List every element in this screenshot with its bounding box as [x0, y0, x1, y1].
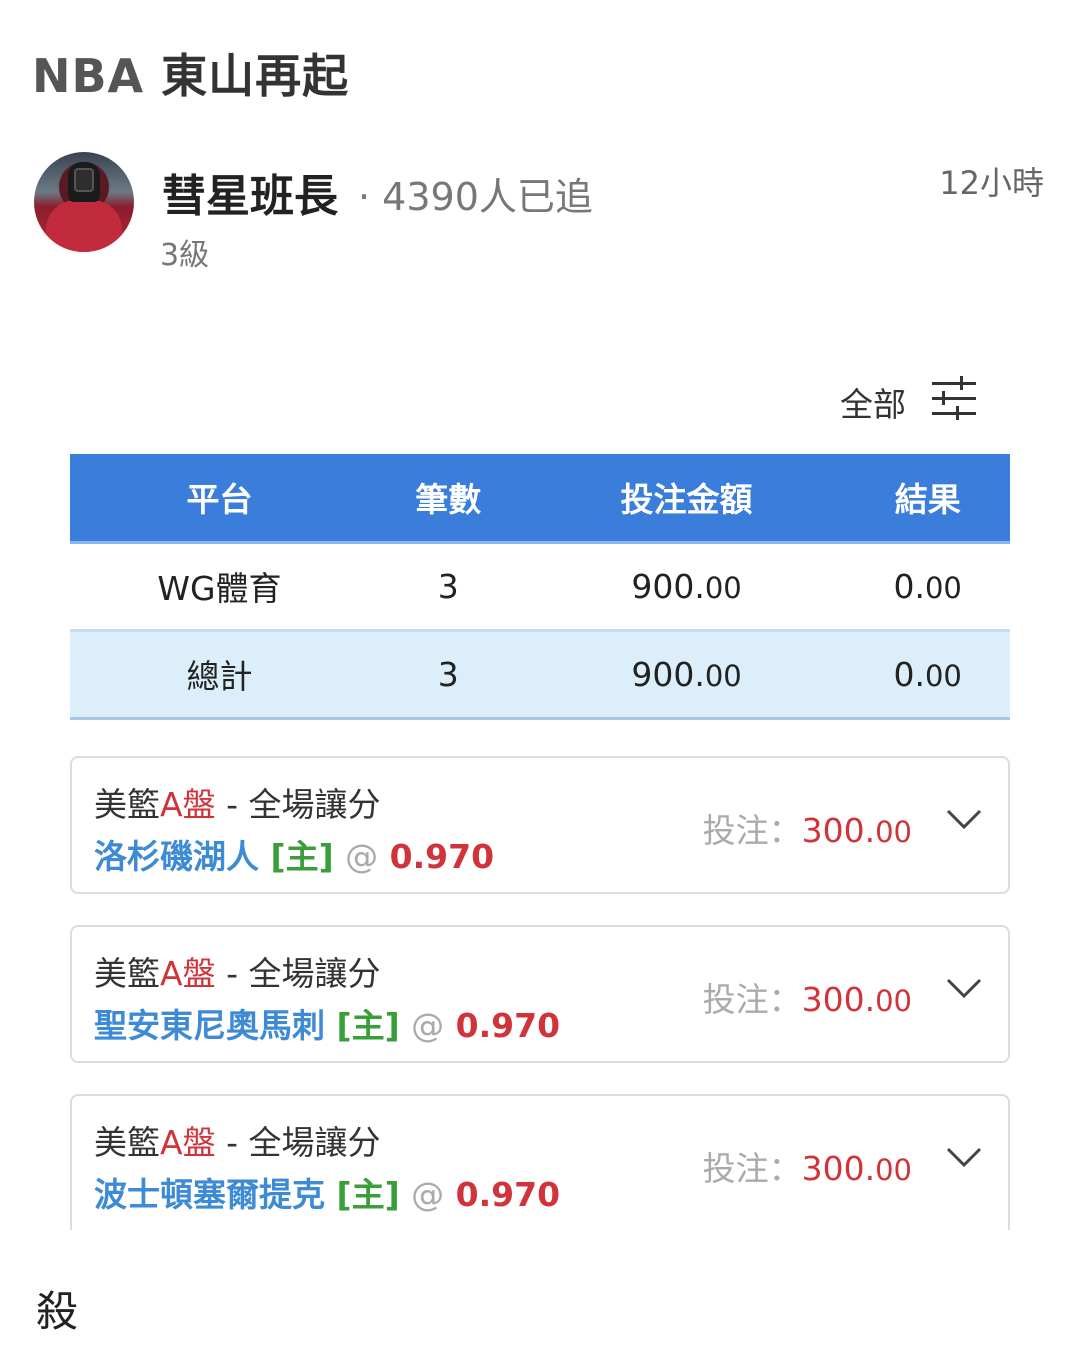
amount-cell: 900.00 — [527, 542, 846, 632]
bet-selection: 洛杉磯湖人 [主] @ 0.970 — [94, 837, 495, 876]
header-count: 筆數 — [368, 454, 528, 544]
bet-card[interactable]: 美籃A盤 - 全場讓分 洛杉磯湖人 [主] @ 0.970 投注：300.00 — [70, 756, 1010, 894]
amount-cell: 900.00 — [527, 630, 846, 720]
platform-cell: WG體育 — [70, 542, 369, 632]
count-cell: 3 — [368, 542, 528, 632]
filter-label[interactable]: 全部 — [840, 378, 906, 426]
summary-header-row: 平台 筆數 投注金額 結果 — [70, 454, 1010, 544]
author-level: 3級 — [160, 238, 210, 273]
chevron-down-icon[interactable] — [946, 1146, 982, 1168]
avatar[interactable] — [34, 152, 134, 252]
post-title-prefix: NBA — [32, 49, 145, 103]
count-cell: 3 — [368, 630, 528, 720]
chevron-down-icon[interactable] — [946, 808, 982, 830]
header-result: 結果 — [845, 454, 1010, 544]
bet-market: 美籃A盤 - 全場讓分 — [94, 785, 381, 824]
bet-stake: 投注：300.00 — [702, 811, 912, 850]
table-row: WG體育 3 900.00 0.00 — [70, 542, 1010, 632]
bet-stake: 投注：300.00 — [702, 1149, 912, 1188]
result-cell: 0.00 — [845, 630, 1010, 720]
bet-selection: 聖安東尼奧馬刺 [主] @ 0.970 — [94, 1006, 561, 1045]
table-row-total: 總計 3 900.00 0.00 — [70, 630, 1010, 720]
post-title: NBA 東山再起 — [32, 40, 349, 106]
follower-count: · 4390人已追 — [358, 175, 593, 219]
bet-stake: 投注：300.00 — [702, 980, 912, 1019]
bet-market: 美籃A盤 - 全場讓分 — [94, 954, 381, 993]
post-comment: 殺 — [36, 1287, 79, 1336]
bet-card[interactable]: 美籃A盤 - 全場讓分 聖安東尼奧馬刺 [主] @ 0.970 投注：300.0… — [70, 925, 1010, 1063]
result-cell: 0.00 — [845, 542, 1010, 632]
sliders-icon[interactable] — [930, 376, 978, 422]
author-name[interactable]: 彗星班長 — [162, 160, 338, 224]
bet-market: 美籃A盤 - 全場讓分 — [94, 1123, 381, 1162]
post-time: 12小時 — [939, 164, 1044, 202]
platform-cell: 總計 — [70, 630, 369, 720]
summary-table: 平台 筆數 投注金額 結果 WG體育 3 900.00 0.00 總計 3 90… — [70, 454, 1010, 720]
chevron-down-icon[interactable] — [946, 977, 982, 999]
header-amount: 投注金額 — [527, 454, 846, 544]
bet-selection: 波士頓塞爾提克 [主] @ 0.970 — [94, 1175, 561, 1214]
header-platform: 平台 — [70, 454, 369, 544]
post-title-main: 東山再起 — [144, 49, 350, 103]
bet-card[interactable]: 美籃A盤 - 全場讓分 波士頓塞爾提克 [主] @ 0.970 投注：300.0… — [70, 1094, 1010, 1230]
